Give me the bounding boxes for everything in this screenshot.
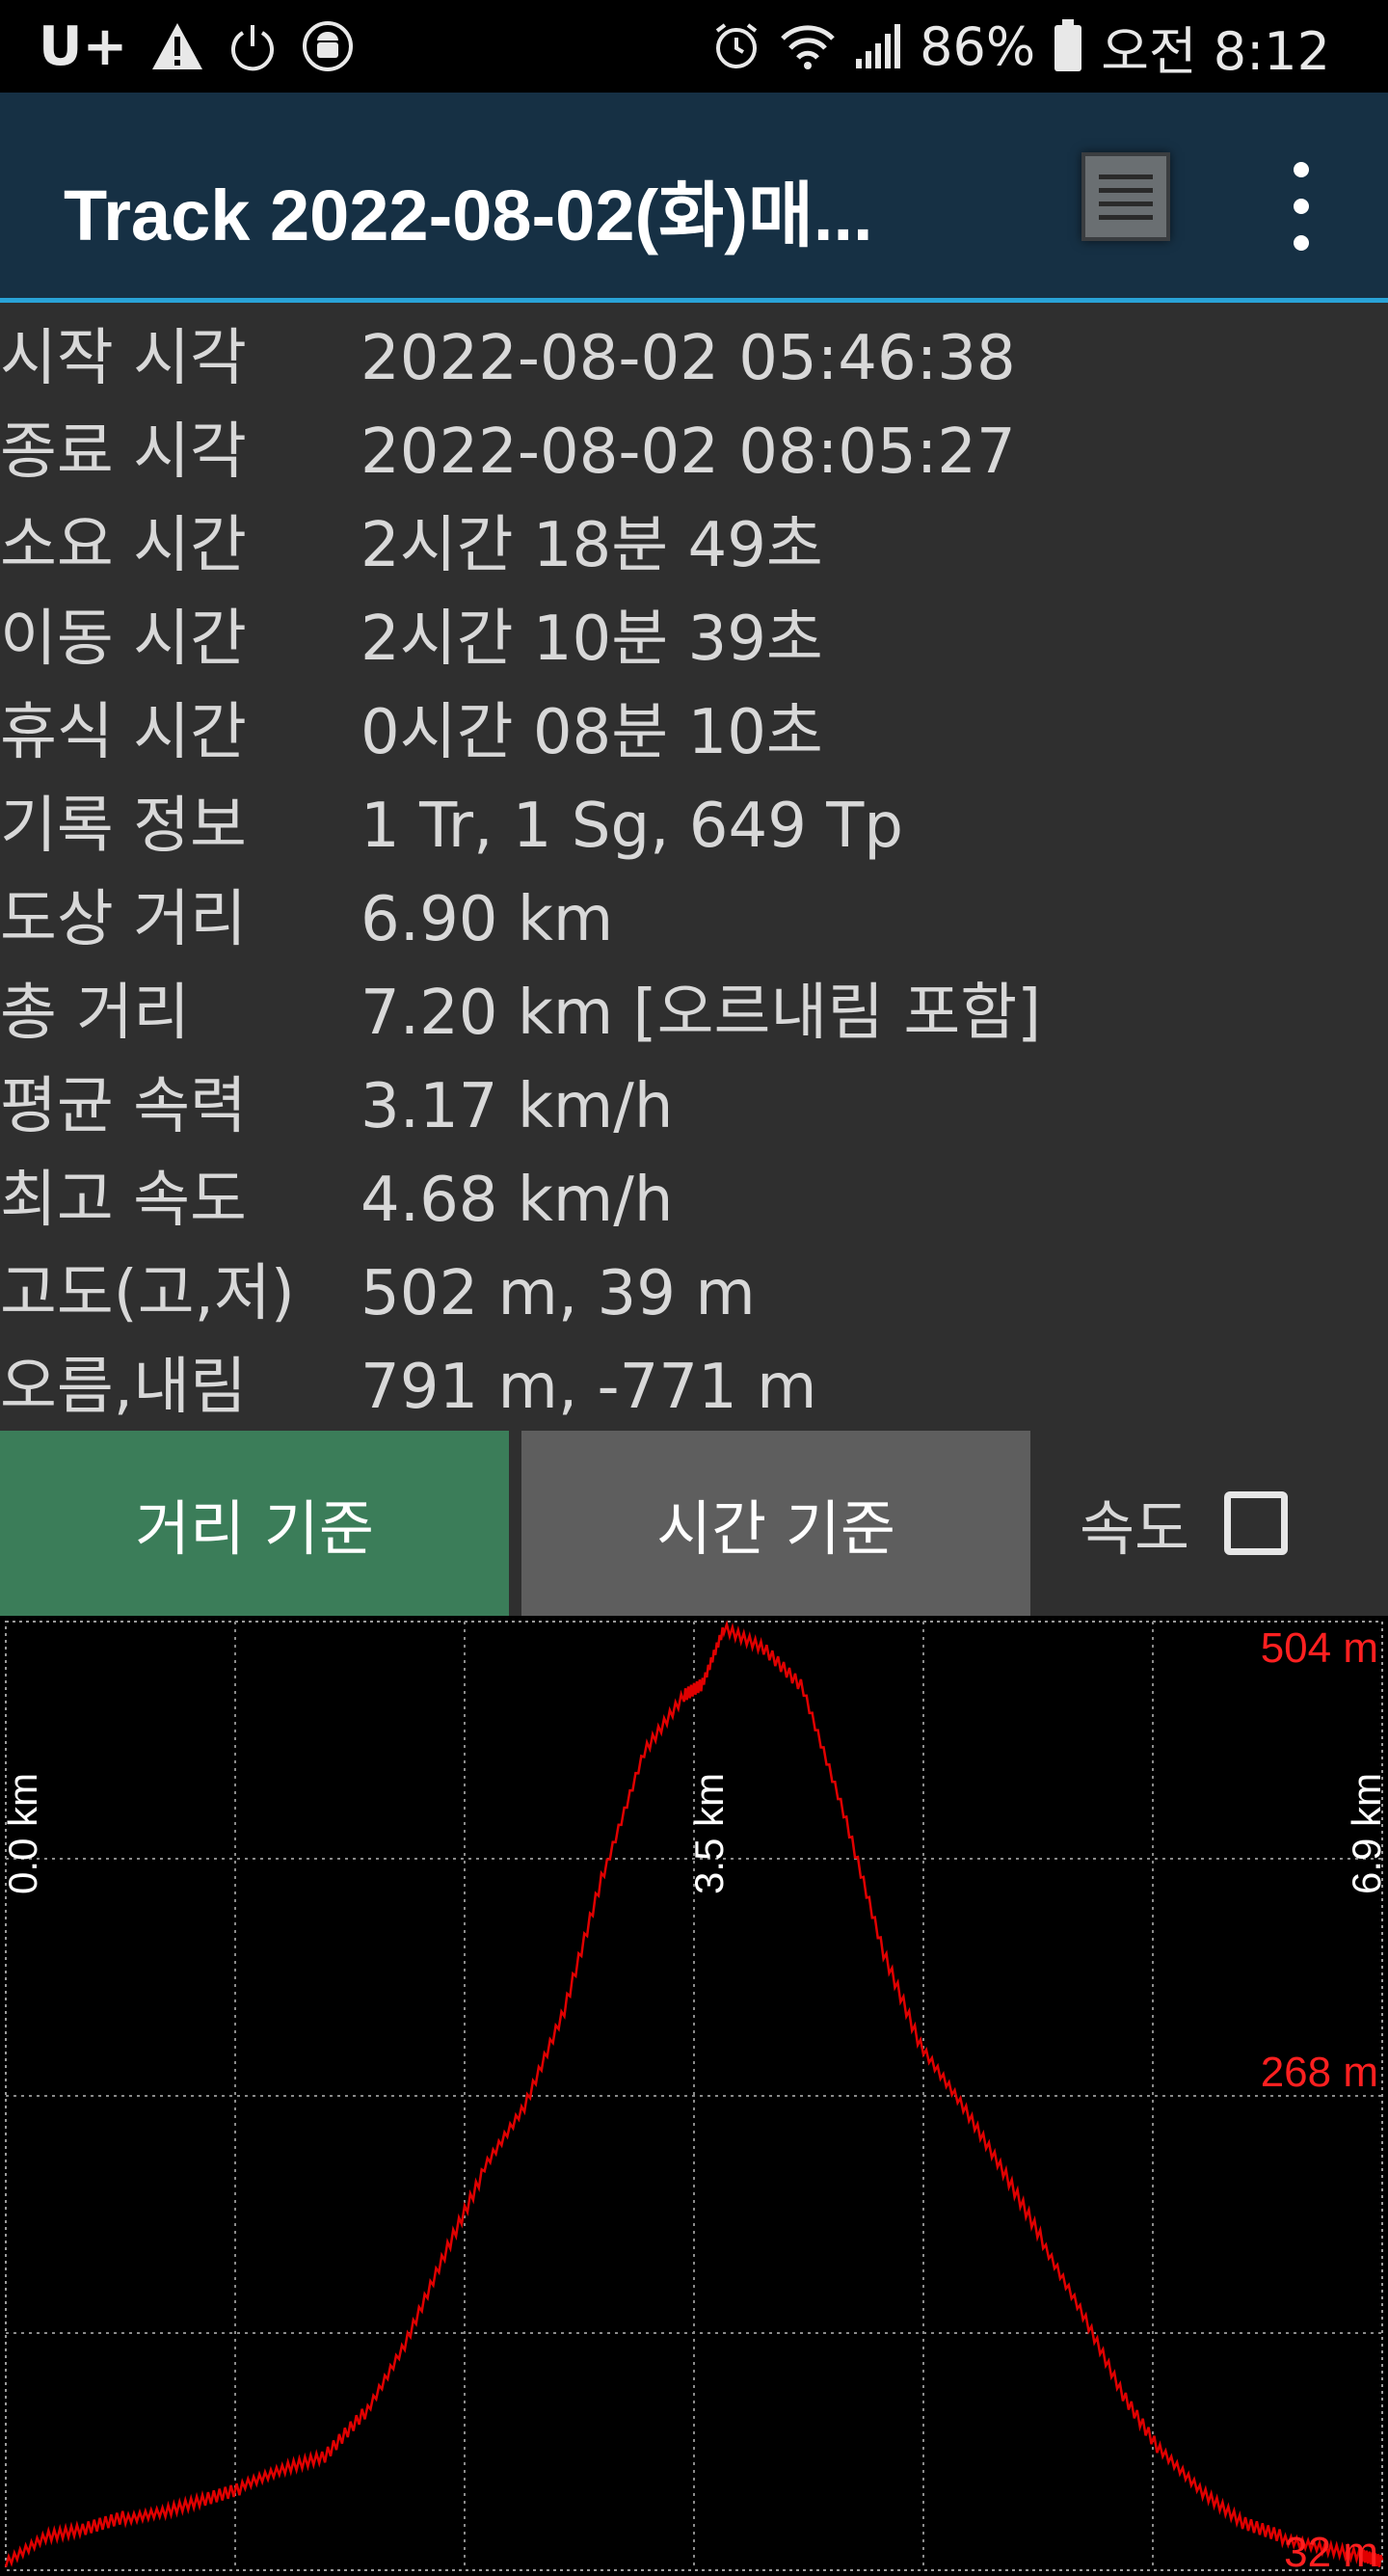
app-bar: Track 2022-08-02(화)매...	[0, 93, 1388, 303]
power-icon	[227, 21, 278, 71]
info-row-average-speed: 평균 속력 3.17 km/h	[0, 1060, 1388, 1154]
info-value: 2시간 18분 49초	[360, 510, 823, 581]
list-icon-line	[1099, 214, 1153, 220]
speed-toggle[interactable]: 속도	[1080, 1431, 1289, 1616]
info-value: 6.90 km	[360, 884, 614, 955]
info-row-map-distance: 도상 거리 6.90 km	[0, 873, 1388, 967]
list-icon-line	[1099, 201, 1153, 206]
carrier-label: U+	[39, 14, 128, 78]
info-label: 최고 속도	[0, 1165, 247, 1236]
info-value: 2시간 10분 39초	[360, 604, 823, 675]
info-row-altitude: 고도(고,저) 502 m, 39 m	[0, 1248, 1388, 1341]
info-value: 7.20 km [오르내림 포함]	[360, 978, 1042, 1049]
battery-icon	[1053, 19, 1083, 73]
wifi-icon	[779, 21, 837, 71]
more-dot	[1294, 235, 1309, 251]
info-value: 3.17 km/h	[360, 1071, 674, 1142]
speed-checkbox[interactable]	[1224, 1491, 1289, 1555]
info-label: 이동 시간	[0, 604, 247, 675]
info-value: 502 m, 39 m	[360, 1258, 756, 1329]
x-tick-label: 3.5 km	[686, 1773, 732, 1894]
info-row-start-time: 시작 시각 2022-08-02 05:46:38	[0, 312, 1388, 406]
clock-time: 오전 8:12	[1101, 20, 1330, 82]
signal-icon	[854, 22, 902, 70]
x-tick-label: 6.9 km	[1344, 1773, 1388, 1894]
info-label: 기록 정보	[0, 791, 247, 862]
battery-percent: 86%	[920, 15, 1036, 77]
track-info-list: 시작 시각 2022-08-02 05:46:38 종료 시각 2022-08-02…	[0, 312, 1388, 1435]
elevation-chart-svg: 504 m 268 m 32 m 0.0 km 3.5 km 6.9 km	[0, 1620, 1388, 2576]
list-icon-line	[1099, 174, 1153, 179]
info-row-max-speed: 최고 속도 4.68 km/h	[0, 1154, 1388, 1248]
warning-icon	[150, 21, 204, 71]
android-debug-icon	[301, 19, 355, 73]
info-row-end-time: 종료 시각 2022-08-02 08:05:27	[0, 406, 1388, 499]
info-row-rest-time: 휴식 시간 0시간 08분 10초	[0, 686, 1388, 780]
info-row-ascent-descent: 오름,내림 791 m, -771 m	[0, 1341, 1388, 1435]
info-label: 평균 속력	[0, 1071, 247, 1142]
speed-label: 속도	[1080, 1493, 1190, 1564]
list-view-button[interactable]	[1081, 152, 1170, 241]
info-value: 4.68 km/h	[360, 1165, 674, 1236]
y-tick-label: 32 m	[1284, 2529, 1378, 2576]
more-dot	[1294, 199, 1309, 214]
info-value: 2022-08-02 05:46:38	[360, 323, 1016, 394]
status-bar-right: 86% 오전 8:12	[711, 15, 1330, 82]
info-row-record-info: 기록 정보 1 Tr, 1 Sg, 649 Tp	[0, 780, 1388, 873]
alarm-icon	[711, 21, 761, 71]
info-row-total-distance: 총 거리 7.20 km [오르내림 포함]	[0, 967, 1388, 1060]
list-icon-line	[1099, 187, 1153, 193]
more-options-icon[interactable]	[1282, 162, 1321, 251]
info-label: 소요 시간	[0, 510, 247, 581]
info-value: 1 Tr, 1 Sg, 649 Tp	[360, 791, 903, 862]
info-label: 휴식 시간	[0, 697, 247, 768]
status-bar-left: U+	[39, 14, 355, 78]
info-value: 2022-08-02 08:05:27	[360, 416, 1016, 488]
info-label: 도상 거리	[0, 884, 247, 955]
y-tick-label: 504 m	[1261, 1624, 1378, 1672]
info-row-elapsed-time: 소요 시간 2시간 18분 49초	[0, 499, 1388, 593]
info-value: 791 m, -771 m	[360, 1352, 817, 1423]
track-title: Track 2022-08-02(화)매...	[64, 175, 873, 255]
info-label: 고도(고,저)	[0, 1258, 295, 1329]
elevation-chart: 504 m 268 m 32 m 0.0 km 3.5 km 6.9 km	[0, 1616, 1388, 2576]
info-label: 총 거리	[0, 978, 190, 1049]
x-tick-label: 0.0 km	[0, 1773, 45, 1894]
info-label: 종료 시각	[0, 416, 247, 488]
info-value: 0시간 08분 10초	[360, 697, 823, 768]
status-bar: U+ 86% 오전 8:12	[0, 0, 1388, 93]
info-label: 오름,내림	[0, 1352, 247, 1423]
distance-basis-button[interactable]: 거리 기준	[0, 1431, 509, 1616]
info-row-moving-time: 이동 시간 2시간 10분 39초	[0, 593, 1388, 686]
info-label: 시작 시각	[0, 323, 247, 394]
more-dot	[1294, 162, 1309, 177]
time-basis-button[interactable]: 시간 기준	[521, 1431, 1030, 1616]
y-tick-label: 268 m	[1261, 2049, 1378, 2096]
